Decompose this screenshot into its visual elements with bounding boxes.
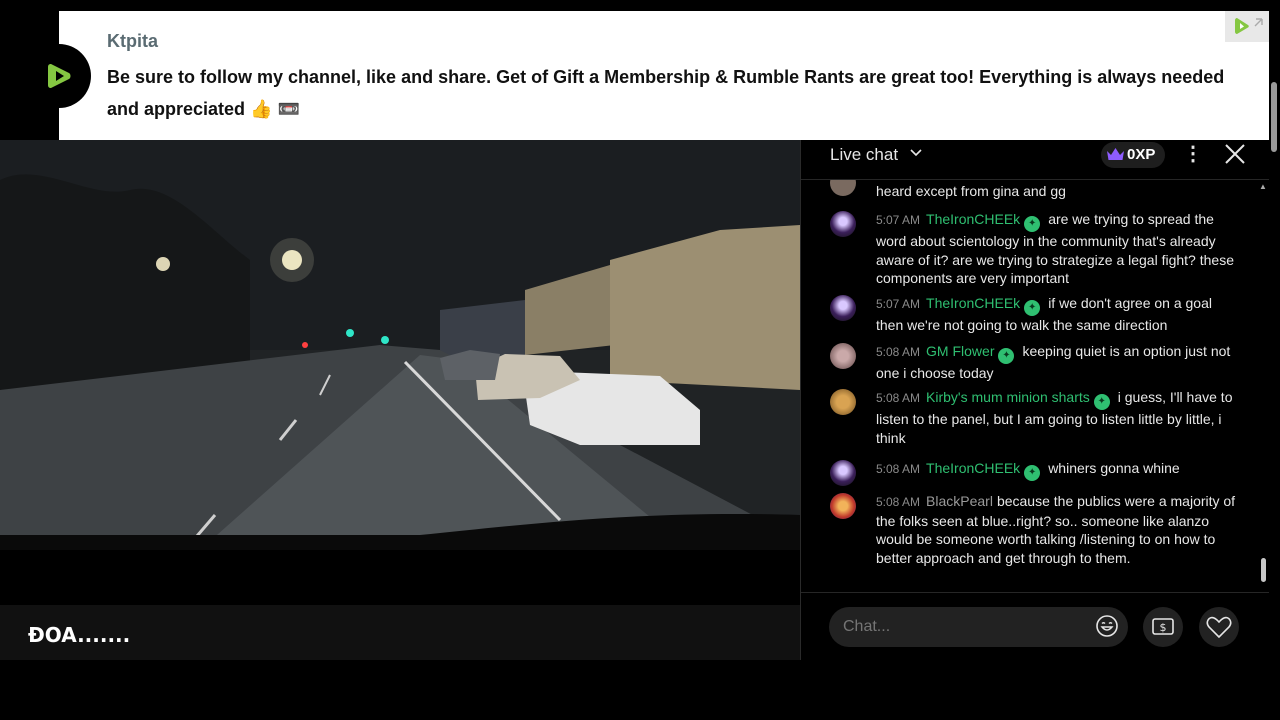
avatar[interactable] <box>830 460 856 486</box>
rumble-corner-icon <box>1225 11 1269 42</box>
chat-footer: $ <box>801 592 1271 660</box>
message-username[interactable]: TheIronCHEEk <box>926 460 1020 476</box>
chat-header: Live chat 0XP ⋮ <box>801 140 1271 180</box>
video-player[interactable] <box>0 140 800 550</box>
message-text: whiners gonna whine <box>1048 460 1180 476</box>
message-username[interactable]: Kirby's mum minion sharts <box>926 389 1090 405</box>
avatar[interactable] <box>830 211 856 237</box>
video-controls-area <box>0 550 800 605</box>
message-time: 5:08 AM <box>876 462 921 476</box>
rumble-logo-icon <box>48 64 71 88</box>
message-time: 5:08 AM <box>876 495 921 509</box>
chat-input[interactable] <box>829 607 1128 647</box>
more-options-icon[interactable]: ⋮ <box>1183 144 1203 164</box>
chevron-down-icon[interactable] <box>909 146 923 163</box>
message-time: 5:08 AM <box>876 391 921 405</box>
message-text: heard except from gina and gg <box>876 183 1066 199</box>
chat-title[interactable]: Live chat <box>830 145 898 165</box>
page-scrollbar-thumb[interactable] <box>1271 82 1277 152</box>
message-username[interactable]: GM Flower <box>926 343 994 359</box>
verified-badge-icon: ✦ <box>1024 216 1041 232</box>
heart-icon <box>1206 616 1232 639</box>
dollar-note-icon: $ <box>1152 618 1174 635</box>
emoji-icon[interactable] <box>1095 614 1119 638</box>
video-title: ĐOA....... <box>28 623 131 647</box>
banner-author: Ktpita <box>107 31 158 51</box>
rumble-rant-button[interactable]: $ <box>1143 607 1183 647</box>
notification-banner[interactable]: Ktpita Be sure to follow my channel, lik… <box>59 11 1269 140</box>
live-chat-panel: Live chat 0XP ⋮ heard except from gina a… <box>800 140 1271 660</box>
verified-badge-icon: ✦ <box>1024 465 1041 481</box>
verified-badge-icon: ✦ <box>1024 300 1041 316</box>
crown-icon <box>1107 148 1124 160</box>
message-time: 5:08 AM <box>876 345 921 359</box>
message-username[interactable]: TheIronCHEEk <box>926 295 1020 311</box>
message-time: 5:07 AM <box>876 213 921 227</box>
avatar[interactable] <box>830 180 856 196</box>
page: ĐOA....... Live chat 0XP ⋮ heard except … <box>0 0 1280 720</box>
video-frame <box>0 140 800 550</box>
close-icon[interactable] <box>1223 142 1247 166</box>
chat-messages: heard except from gina and gg 5:07 AM The… <box>801 180 1271 592</box>
svg-text:$: $ <box>1160 621 1167 634</box>
verified-badge-icon: ✦ <box>1093 394 1110 410</box>
banner-message: Be sure to follow my channel, like and s… <box>107 67 1225 119</box>
message-username[interactable]: BlackPearl <box>926 493 993 509</box>
message-time: 5:07 AM <box>876 297 921 311</box>
chat-scrollbar-thumb[interactable] <box>1261 558 1266 582</box>
avatar[interactable] <box>830 343 856 369</box>
like-button[interactable] <box>1199 607 1239 647</box>
verified-badge-icon: ✦ <box>998 348 1015 364</box>
avatar[interactable] <box>830 389 856 415</box>
message-username[interactable]: TheIronCHEEk <box>926 211 1020 227</box>
scroll-up-arrow-icon[interactable]: ▲ <box>1259 182 1267 191</box>
avatar[interactable] <box>830 493 856 519</box>
avatar[interactable] <box>830 295 856 321</box>
